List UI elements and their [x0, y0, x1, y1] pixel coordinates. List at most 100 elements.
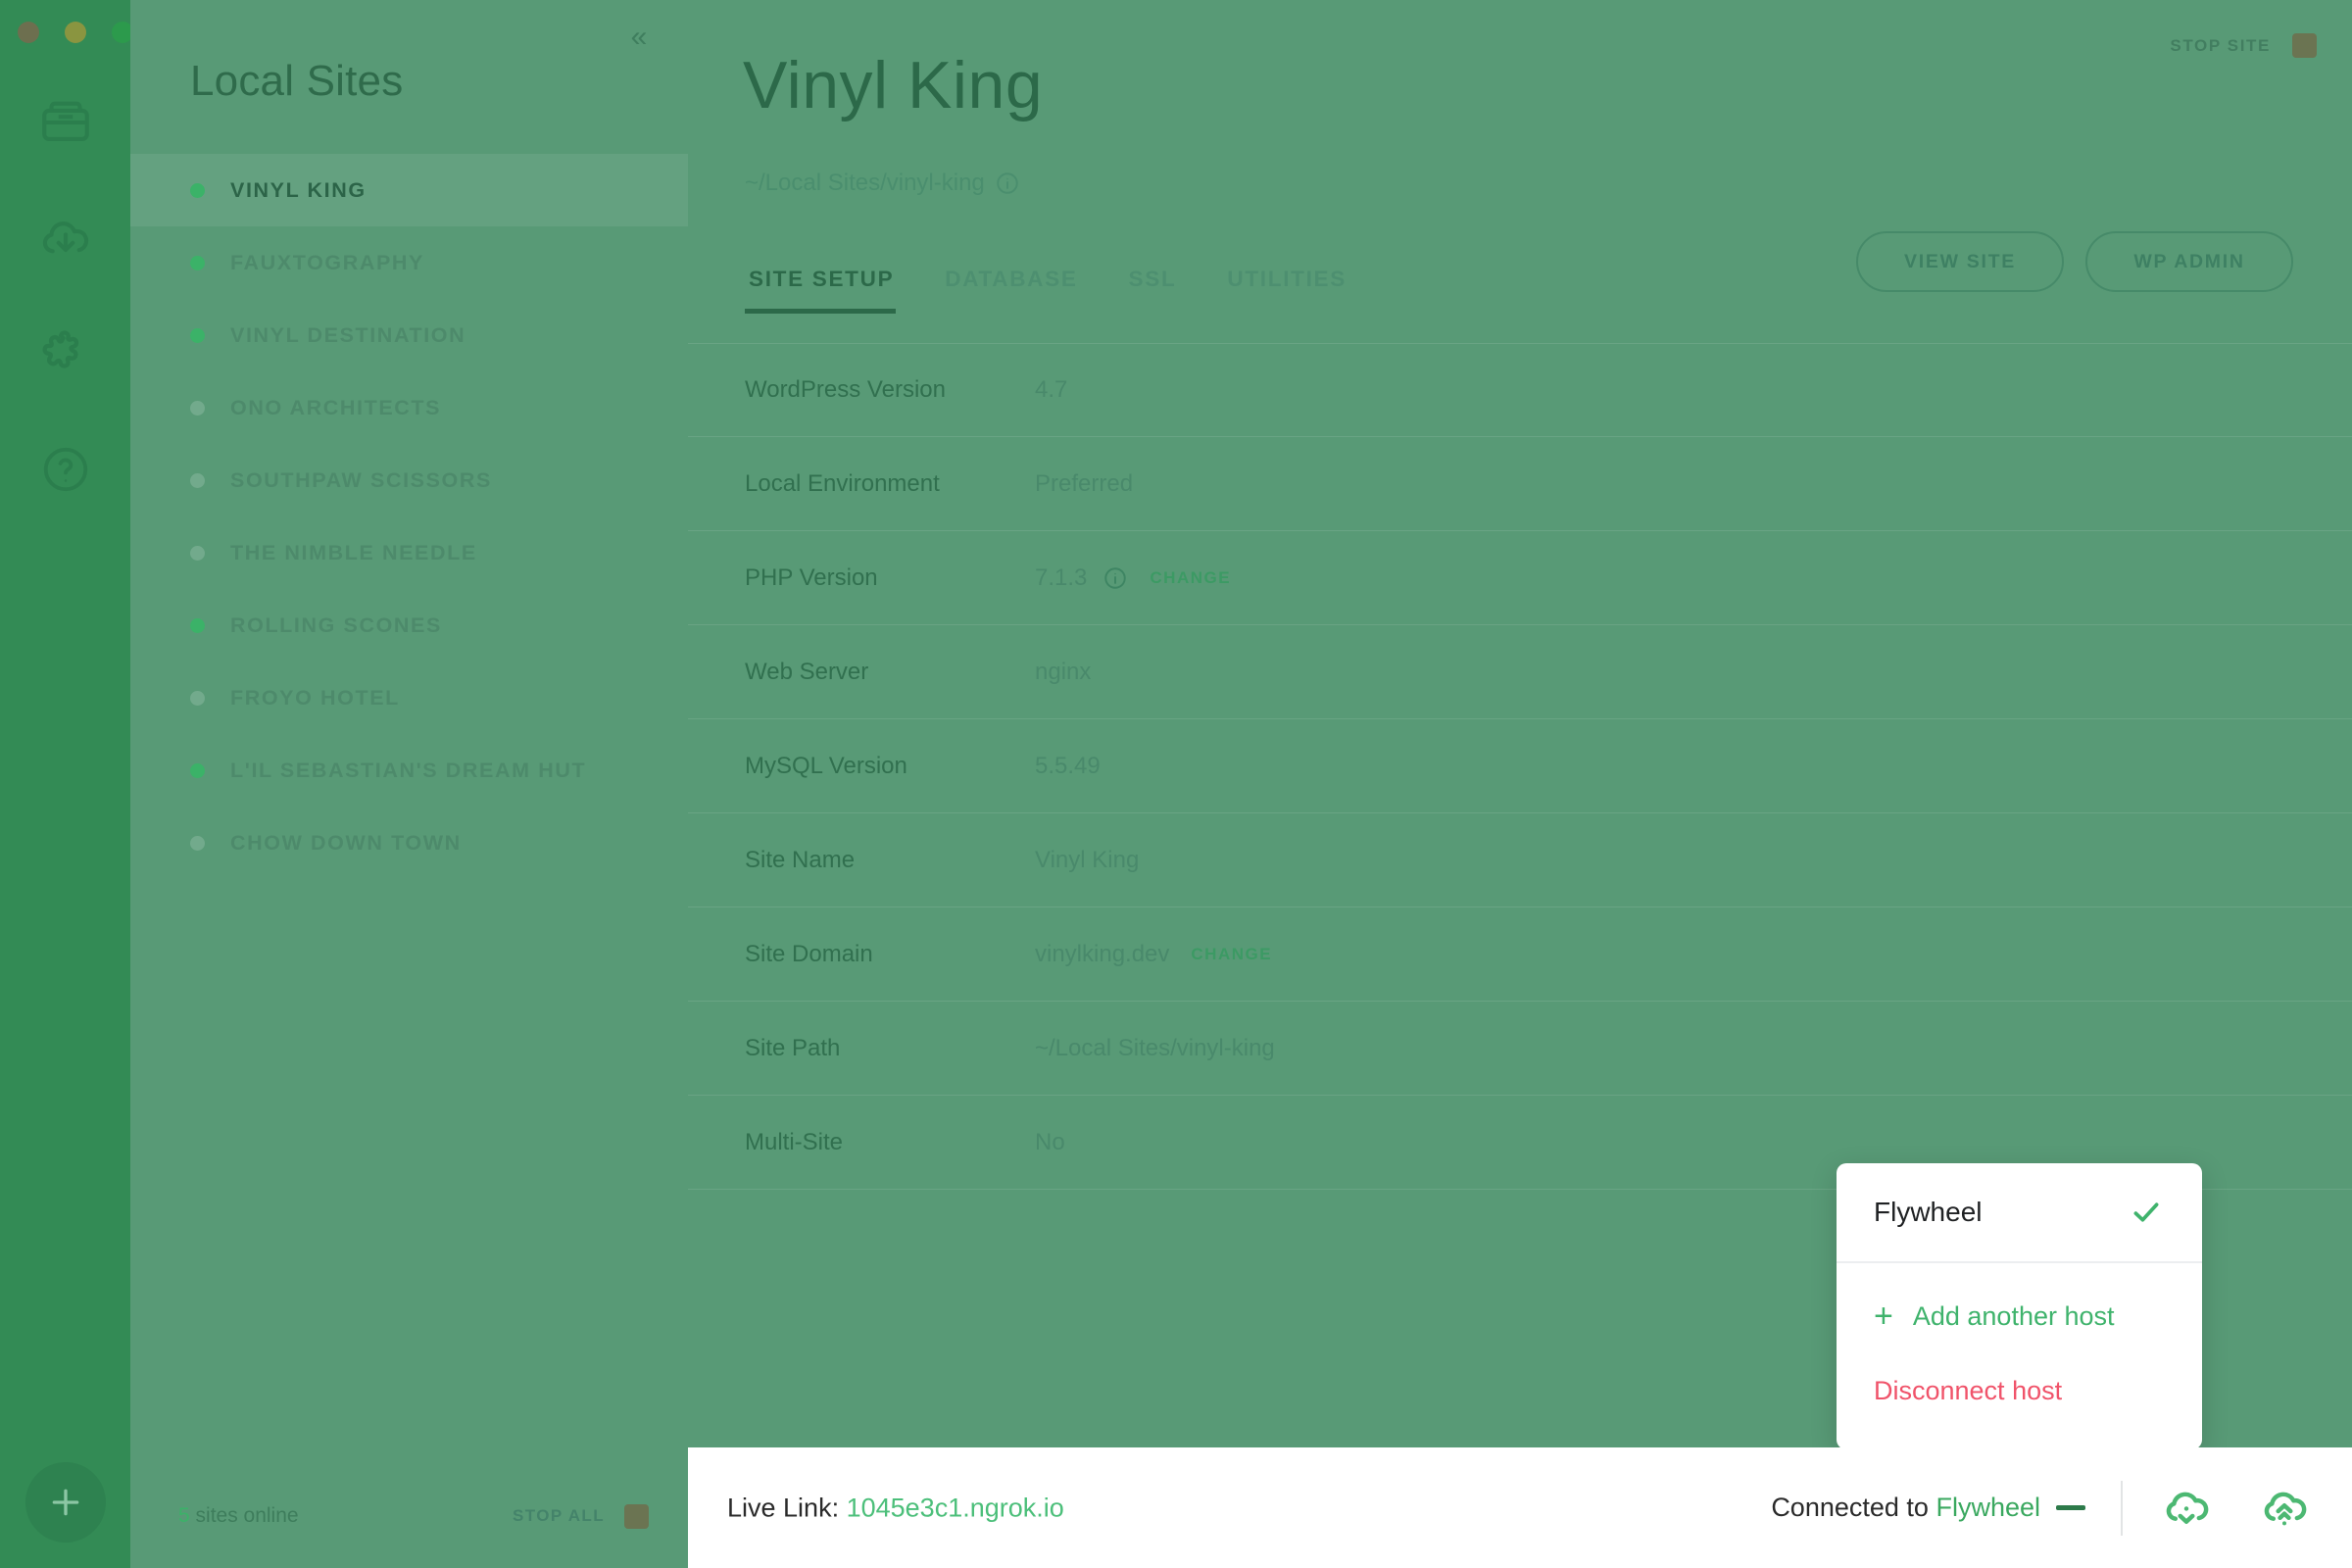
stop-site-button[interactable]: STOP SITE: [2170, 33, 2317, 58]
icon-rail: [0, 0, 133, 1568]
close-button[interactable]: [18, 22, 39, 43]
tab-database[interactable]: DATABASE: [919, 267, 1102, 314]
status-dot: [190, 762, 205, 778]
add-site-button[interactable]: [25, 1462, 106, 1543]
change-php-version-link[interactable]: CHANGE: [1150, 568, 1231, 588]
site-setup-table: WordPress Version 4.7 Local Environment …: [688, 343, 2352, 1190]
sites-drawer-icon[interactable]: [29, 86, 102, 159]
row-value-text: 7.1.3: [1035, 564, 1088, 591]
site-action-buttons: VIEW SITE WP ADMIN: [1856, 231, 2293, 292]
row-value-text: 5.5.49: [1035, 752, 1101, 779]
table-row: Site Path ~/Local Sites/vinyl-king: [688, 1002, 2352, 1096]
cloud-download-icon[interactable]: [29, 202, 102, 274]
table-row: Local Environment Preferred: [688, 437, 2352, 531]
collapse-dash-icon[interactable]: [2056, 1505, 2085, 1510]
table-row: PHP Version 7.1.3 CHANGE: [688, 531, 2352, 625]
status-dot: [190, 182, 205, 198]
sites-online-count: 5: [178, 1504, 190, 1527]
sites-sidebar: « Local Sites VINYL KING FAUXTOGRAPHY VI…: [130, 0, 688, 1568]
blueprint-puzzle-icon[interactable]: [29, 318, 102, 390]
status-dot: [190, 617, 205, 633]
tab-site-setup[interactable]: SITE SETUP: [745, 267, 919, 314]
change-site-domain-link[interactable]: CHANGE: [1191, 945, 1272, 964]
row-label: Web Server: [745, 658, 869, 685]
sidebar-item-southpaw-scissors[interactable]: SOUTHPAW SCISSORS: [130, 444, 688, 516]
stop-site-label: STOP SITE: [2170, 35, 2271, 55]
row-value: 4.7: [1035, 376, 1067, 404]
row-value: ~/Local Sites/vinyl-king: [1035, 1035, 1275, 1062]
help-circle-icon[interactable]: [29, 433, 102, 506]
current-host-label: Flywheel: [1874, 1197, 1983, 1227]
table-row: Site Name Vinyl King: [688, 813, 2352, 907]
table-row: Site Domain vinylking.dev CHANGE: [688, 907, 2352, 1002]
list-item-label: THE NIMBLE NEEDLE: [230, 540, 477, 564]
row-label: WordPress Version: [745, 376, 946, 403]
live-link-status: Live Link: 1045e3c1.ngrok.io: [727, 1493, 1064, 1523]
connected-host-name: Flywheel: [1936, 1493, 2040, 1522]
site-path-text: ~/Local Sites/vinyl-king: [745, 170, 985, 196]
table-row: Web Server nginx: [688, 625, 2352, 719]
row-value-text: ~/Local Sites/vinyl-king: [1035, 1034, 1275, 1061]
row-value: Vinyl King: [1035, 847, 1139, 874]
list-item-label: VINYL DESTINATION: [230, 322, 466, 347]
cloud-push-icon[interactable]: [2254, 1478, 2315, 1539]
status-dot: [190, 327, 205, 343]
row-label: Site Domain: [745, 940, 873, 967]
sidebar-item-froyo-hotel[interactable]: FROYO HOTEL: [130, 662, 688, 734]
chevron-double-left-icon[interactable]: «: [619, 18, 659, 57]
row-value-text: vinylking.dev: [1035, 940, 1170, 967]
cloud-pull-icon[interactable]: [2156, 1478, 2217, 1539]
row-value: vinylking.dev CHANGE: [1035, 941, 1272, 968]
stop-square-icon: [2292, 33, 2317, 58]
row-value: 7.1.3 CHANGE: [1035, 564, 1231, 592]
sidebar-item-vinyl-king[interactable]: VINYL KING: [130, 154, 688, 226]
row-label: Site Path: [745, 1034, 841, 1061]
stop-all-button[interactable]: STOP ALL: [513, 1503, 649, 1529]
sidebar-footer: 5 sites online STOP ALL: [130, 1464, 688, 1568]
live-link-url[interactable]: 1045e3c1.ngrok.io: [847, 1493, 1064, 1522]
status-dot: [190, 690, 205, 706]
menu-item-current-host[interactable]: Flywheel: [1837, 1163, 2202, 1263]
status-bar: Live Link: 1045e3c1.ngrok.io Connected t…: [688, 1447, 2352, 1568]
list-item-label: FAUXTOGRAPHY: [230, 250, 424, 274]
info-circle-icon[interactable]: [1102, 565, 1128, 591]
menu-item-disconnect-host[interactable]: Disconnect host: [1837, 1353, 2202, 1428]
row-value-text: No: [1035, 1128, 1065, 1155]
tab-utilities[interactable]: UTILITIES: [1201, 267, 1372, 314]
cloud-sync-buttons: [2156, 1478, 2315, 1539]
view-site-button[interactable]: VIEW SITE: [1856, 231, 2064, 292]
window-traffic-lights[interactable]: [18, 22, 133, 43]
sidebar-item-the-nimble-needle[interactable]: THE NIMBLE NEEDLE: [130, 516, 688, 589]
row-value-text: 4.7: [1035, 376, 1068, 403]
sites-online-status: 5 sites online: [178, 1504, 299, 1528]
sidebar-item-ono-architects[interactable]: ONO ARCHITECTS: [130, 371, 688, 444]
status-dot: [190, 835, 205, 851]
row-label: MySQL Version: [745, 752, 907, 779]
list-item-label: VINYL KING: [230, 177, 367, 202]
menu-item-add-another-host[interactable]: + Add another host: [1837, 1279, 2202, 1353]
sidebar-item-fauxtography[interactable]: FAUXTOGRAPHY: [130, 226, 688, 299]
sidebar-item-rolling-scones[interactable]: ROLLING SCONES: [130, 589, 688, 662]
plus-icon: +: [1874, 1298, 1893, 1335]
status-dot: [190, 400, 205, 416]
list-item-label: ONO ARCHITECTS: [230, 395, 442, 419]
minimize-button[interactable]: [65, 22, 86, 43]
info-circle-icon[interactable]: [995, 171, 1020, 196]
tab-ssl[interactable]: SSL: [1103, 267, 1202, 314]
row-label: Local Environment: [745, 469, 940, 497]
sidebar-item-vinyl-destination[interactable]: VINYL DESTINATION: [130, 299, 688, 371]
site-path-subtitle: ~/Local Sites/vinyl-king: [745, 170, 1020, 197]
row-value-text: Vinyl King: [1035, 846, 1140, 873]
row-value: nginx: [1035, 659, 1091, 686]
site-list: VINYL KING FAUXTOGRAPHY VINYL DESTINATIO…: [130, 154, 688, 879]
disconnect-host-label: Disconnect host: [1874, 1375, 2063, 1405]
status-dot: [190, 255, 205, 270]
list-item-label: SOUTHPAW SCISSORS: [230, 467, 492, 492]
sidebar-item-chow-down-town[interactable]: CHOW DOWN TOWN: [130, 807, 688, 879]
wp-admin-button[interactable]: WP ADMIN: [2085, 231, 2293, 292]
host-dropdown-menu: Flywheel + Add another host Disconnect h…: [1837, 1163, 2202, 1449]
sidebar-title: Local Sites: [190, 57, 404, 105]
sidebar-item-lil-sebastians-dream-hut[interactable]: L'IL SEBASTIAN'S DREAM HUT: [130, 734, 688, 807]
row-value: Preferred: [1035, 470, 1133, 498]
connected-host-button[interactable]: Connected to Flywheel: [1771, 1493, 2040, 1523]
